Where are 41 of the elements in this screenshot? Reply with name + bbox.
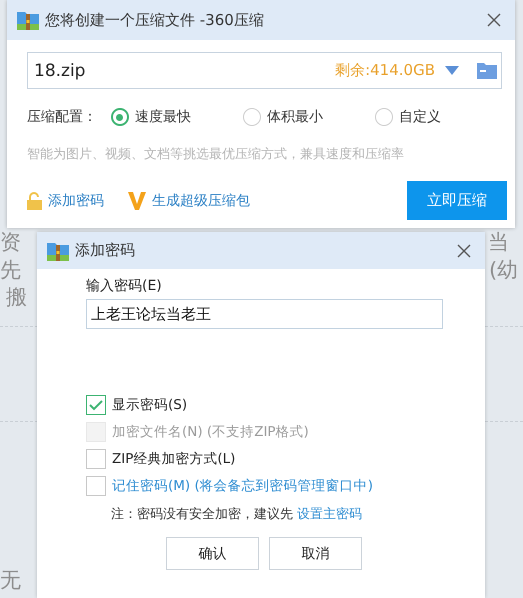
free-space-text: 剩余:414.0GB bbox=[335, 61, 435, 80]
close-icon[interactable] bbox=[457, 244, 471, 258]
checkbox[interactable] bbox=[86, 395, 106, 415]
option-label[interactable]: ZIP经典加密方式(L) bbox=[112, 450, 236, 468]
radio-option[interactable]: 速度最快 bbox=[110, 108, 243, 126]
super-pack-link[interactable]: 生成超级压缩包 bbox=[152, 192, 250, 210]
radio-option[interactable]: 自定义 bbox=[374, 108, 508, 126]
add-password-link[interactable]: 添加密码 bbox=[48, 192, 104, 210]
archive-folder-icon bbox=[17, 10, 39, 30]
background-text: 当 bbox=[488, 229, 509, 256]
v-logo-icon bbox=[128, 192, 146, 210]
master-password-link[interactable]: 设置主密码 bbox=[297, 507, 362, 522]
radio-icon[interactable] bbox=[110, 108, 129, 126]
close-icon[interactable] bbox=[487, 13, 501, 27]
dropdown-caret-icon[interactable] bbox=[445, 66, 459, 75]
password-label: 输入密码(E) bbox=[86, 277, 163, 295]
hint-text: 智能为图片、视频、文档等挑选最优压缩方式，兼具速度和压缩率 bbox=[27, 146, 405, 163]
config-label: 压缩配置： bbox=[27, 108, 98, 126]
window-title: 添加密码 bbox=[75, 241, 136, 260]
filename-text: 18.zip bbox=[34, 60, 86, 80]
folder-icon[interactable] bbox=[477, 62, 497, 79]
background-text: 无 bbox=[0, 567, 21, 594]
radio-icon[interactable] bbox=[374, 108, 393, 126]
dialog-button[interactable]: 确认 bbox=[166, 537, 259, 570]
checkbox[interactable] bbox=[86, 449, 106, 469]
background-text: 搬 bbox=[6, 284, 27, 311]
filename-field[interactable]: 18.zip 剩余:414.0GB bbox=[27, 52, 502, 89]
password-input[interactable]: 上老王论坛当老王 bbox=[86, 299, 443, 329]
background-text: (幼 bbox=[489, 257, 518, 284]
background-text: 先 bbox=[0, 257, 21, 284]
background-text: 资 bbox=[0, 229, 21, 256]
radio-option[interactable]: 体积最小 bbox=[242, 108, 375, 126]
option-label[interactable]: 显示密码(S) bbox=[112, 396, 188, 414]
lock-icon bbox=[27, 192, 42, 210]
window-title: 您将创建一个压缩文件 -360压缩 bbox=[45, 10, 265, 30]
archive-folder-icon bbox=[47, 240, 69, 260]
radio-icon[interactable] bbox=[242, 108, 261, 126]
dialog-button[interactable]: 取消 bbox=[269, 537, 362, 570]
note-text: 注：密码没有安全加密，建议先 设置主密码 bbox=[111, 506, 364, 523]
checkbox[interactable] bbox=[86, 476, 106, 496]
option-link[interactable]: 记住密码(M) (将会备忘到密码管理窗口中) bbox=[112, 477, 374, 495]
